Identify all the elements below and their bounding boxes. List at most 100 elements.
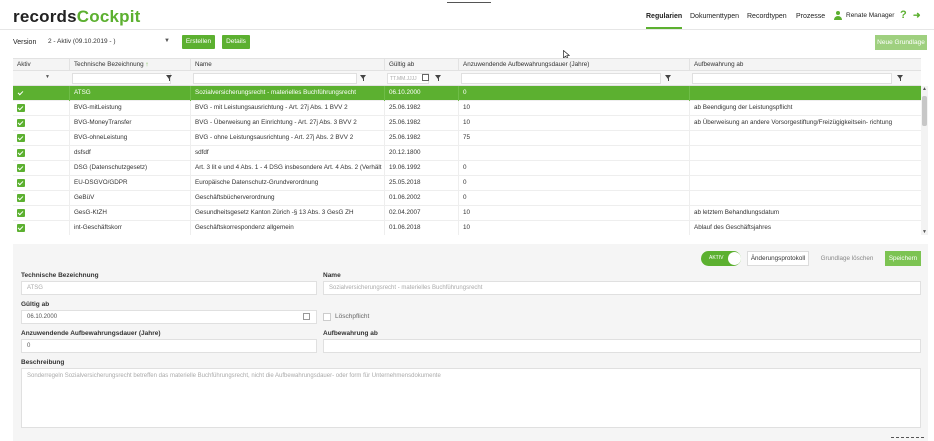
active-toggle[interactable]: AKTIV: [701, 251, 741, 266]
cell-name: BVG - Überweisung an Einrichtung - Art. …: [191, 116, 385, 131]
cell-retention-years: 10: [459, 206, 690, 221]
filter-icon[interactable]: [897, 75, 904, 81]
app-logo[interactable]: recordsCockpit: [13, 7, 141, 27]
filter-icon[interactable]: [166, 75, 173, 81]
user-menu[interactable]: Renate Manager: [834, 11, 894, 20]
cell-name: BVG - mit Leistungsausrichtung - Art. 27…: [191, 101, 385, 116]
description-label: Beschreibung: [21, 359, 65, 366]
cell-active: [13, 86, 70, 101]
help-icon[interactable]: ?: [900, 9, 907, 21]
cell-valid-from: 06.10.2000: [385, 86, 459, 101]
nav-prozesse[interactable]: Prozesse: [796, 13, 825, 29]
retention-from-field[interactable]: [323, 339, 921, 353]
cell-valid-from: 20.12.1800: [385, 146, 459, 161]
checkmark-icon: [17, 119, 25, 127]
technical-name-label: Technische Bezeichnung: [21, 272, 99, 279]
table-row[interactable]: dsfsdf sdfdf 20.12.1800: [13, 146, 921, 161]
calendar-icon[interactable]: [303, 313, 310, 320]
version-select[interactable]: 2 - Aktiv (09.10.2019 - ) ▼: [44, 35, 174, 49]
cell-name: Art. 3 lit e und 4 Abs. 1 - 4 DSG insbes…: [191, 161, 385, 176]
cell-technical-name: GesG-KtZH: [70, 206, 191, 221]
change-log-button[interactable]: Änderungsprotokoll: [747, 251, 809, 266]
cell-retention-from: [690, 161, 921, 176]
table-row[interactable]: BVG-MoneyTransfer BVG - Überweisung an Ei…: [13, 116, 921, 131]
nav-regularien[interactable]: Regularien: [646, 13, 683, 29]
chevron-down-icon[interactable]: ▼: [45, 74, 50, 80]
cell-name: Sozialversicherungsrecht - materielles B…: [191, 86, 385, 101]
scroll-down-icon[interactable]: ▼: [922, 229, 927, 235]
table-row[interactable]: BVG-mitLeistung BVG - mit Leistungsausric…: [13, 101, 921, 116]
cell-technical-name: dsfsdf: [70, 146, 191, 161]
cell-valid-from: 02.04.2007: [385, 206, 459, 221]
delete-duty-checkbox[interactable]: [323, 313, 331, 321]
detail-panel: AKTIV Änderungsprotokoll Grundlage lösch…: [13, 244, 928, 441]
filter-name-input[interactable]: [193, 73, 357, 84]
table-scrollbar[interactable]: ▲ ▼: [921, 86, 928, 235]
logout-icon[interactable]: ➜: [913, 10, 921, 21]
version-value: 2 - Aktiv (09.10.2019 - ): [48, 38, 116, 45]
toggle-label: AKTIV: [709, 255, 724, 261]
cell-retention-from: Ablauf des Geschäftsjahres: [694, 224, 772, 231]
cell-retention-years: 0: [459, 191, 690, 206]
filter-retention-years-input[interactable]: [461, 73, 661, 84]
table-row[interactable]: DSG (Datenschutzgesetz) Art. 3 lit e und …: [13, 161, 921, 176]
cell-valid-from: 25.06.1982: [385, 116, 459, 131]
scrollbar-thumb[interactable]: [922, 96, 927, 126]
cell-active: [13, 221, 70, 235]
cell-name: Europäische Datenschutz-Grundverordnung: [191, 176, 385, 191]
app-window: recordsCockpit Regularien Dokumenttypen …: [0, 0, 934, 441]
cell-valid-from: 19.06.1992: [385, 161, 459, 176]
checkmark-icon: [17, 134, 25, 142]
cell-active: [13, 101, 70, 116]
filter-technical-name-input[interactable]: [72, 73, 171, 84]
regulations-table: Aktiv Technische Bezeichnung ↑ Name Gült…: [13, 58, 921, 235]
delete-template-button[interactable]: Grundlage löschen: [816, 251, 878, 266]
table-row[interactable]: EU-DSGVO/GDPR Europäische Datenschutz-Gru…: [13, 176, 921, 191]
calendar-icon[interactable]: [422, 74, 429, 81]
nav-dokumenttypen[interactable]: Dokumenttypen: [690, 13, 739, 29]
cell-name: sdfdf: [191, 146, 385, 161]
cell-name: Geschäftskorrespondenz allgemein: [191, 221, 385, 235]
create-button[interactable]: Erstellen: [182, 35, 215, 49]
description-textarea[interactable]: Sonderregeln Sozialversicherungsrecht be…: [21, 368, 921, 428]
checkmark-icon: [17, 209, 25, 217]
new-template-button[interactable]: Neue Grundlage: [875, 35, 927, 50]
filter-retention-from-input[interactable]: [692, 73, 892, 84]
cell-technical-name: BVG-mitLeistung: [70, 101, 191, 116]
cell-active: [13, 161, 70, 176]
table-row[interactable]: ATSG Sozialversicherungsrecht - materiell…: [13, 86, 921, 101]
cell-retention-years: 0: [459, 86, 690, 101]
checkmark-icon: [17, 104, 25, 112]
cell-active: [13, 176, 70, 191]
filter-icon[interactable]: [665, 75, 672, 81]
table-row[interactable]: GesG-KtZH Gesundheitsgesetz Kanton Zürich…: [13, 206, 921, 221]
retention-years-field[interactable]: 0: [21, 339, 317, 353]
cell-technical-name: EU-DSGVO/GDPR: [70, 176, 191, 191]
technical-name-field[interactable]: ATSG: [21, 281, 317, 295]
table-row[interactable]: int-Geschäftskorr Geschäftskorrespondenz …: [13, 221, 921, 235]
name-field[interactable]: Sozialversicherungsrecht - materielles B…: [323, 281, 921, 295]
details-button[interactable]: Details: [222, 35, 250, 49]
cell-retention-years: [459, 146, 690, 161]
checkmark-icon: [17, 194, 25, 202]
table-row[interactable]: BVG-ohneLeistung BVG - ohne Leistungsausr…: [13, 131, 921, 146]
filter-icon[interactable]: [435, 75, 442, 81]
scroll-up-icon[interactable]: ▲: [922, 86, 927, 92]
nav-recordtypen[interactable]: Recordtypen: [747, 13, 787, 29]
table-body: ATSG Sozialversicherungsrecht - materiell…: [13, 86, 921, 235]
valid-from-label: Gültig ab: [21, 301, 50, 308]
cell-active: [13, 146, 70, 161]
retention-from-label: Aufbewahrung ab: [323, 330, 378, 337]
cell-retention-from: ab Überweisung an andere Vorsorgestiftun…: [694, 119, 893, 126]
cell-valid-from: 25.06.1982: [385, 101, 459, 116]
filter-aktiv-select[interactable]: [17, 73, 56, 84]
filter-icon[interactable]: [360, 75, 367, 81]
cell-retention-from: [690, 86, 921, 101]
chevron-down-icon: ▼: [164, 38, 170, 44]
cell-valid-from: 01.06.2018: [385, 221, 459, 235]
valid-from-field[interactable]: 06.10.2000: [21, 310, 317, 324]
user-icon: [834, 11, 842, 20]
cell-retention-years: 10: [459, 221, 690, 235]
table-row[interactable]: GeBüV Geschäftsbücherverordnung 01.06.2002…: [13, 191, 921, 206]
save-button[interactable]: Speichern: [885, 251, 921, 266]
